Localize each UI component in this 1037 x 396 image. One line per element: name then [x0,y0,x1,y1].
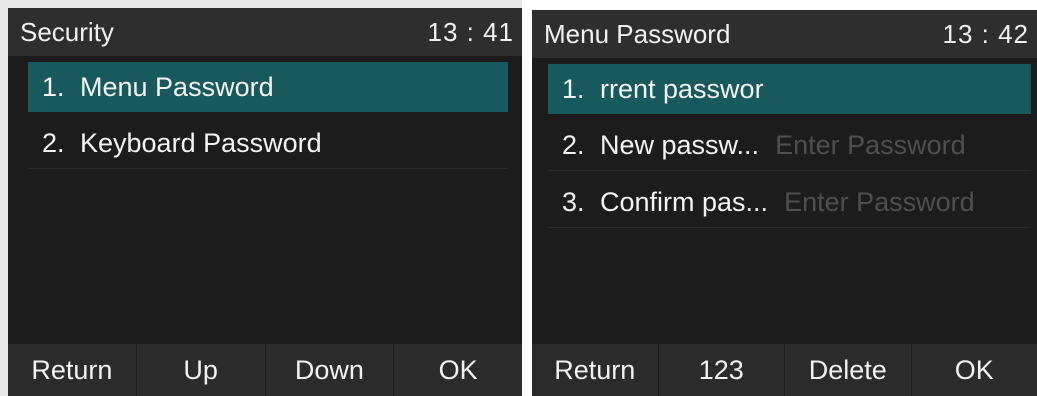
password-placeholder: Enter Password [775,129,966,160]
title-bar: Security 13 : 41 [8,8,522,56]
ok-button[interactable]: OK [394,344,522,396]
ok-button[interactable]: OK [912,344,1037,396]
item-number: 2. [42,127,65,158]
return-button[interactable]: Return [8,344,137,396]
screen-title: Menu Password [544,18,731,49]
item-number: 1. [42,71,65,102]
menu-password-screen: Menu Password 13 : 42 1. rrent passwor 2… [532,0,1037,396]
item-label: rrent passwor [600,73,764,104]
screen-title: Security [20,16,114,47]
item-label: Keyboard Password [80,127,322,158]
delete-button[interactable]: Delete [785,344,912,396]
menu-item-menu-password[interactable]: 1. Menu Password [28,62,508,112]
confirm-password-field[interactable]: 3. Confirm pas... Enter Password [548,177,1031,228]
item-label: Confirm pas... [600,186,769,217]
softkey-bar: Return 123 Delete OK [532,344,1037,396]
menu-item-keyboard-password[interactable]: 2. Keyboard Password [28,118,508,169]
item-label: Menu Password [80,71,274,102]
item-label: New passw... [600,129,760,160]
menu-list: 1. rrent passwor 2. New passw... Enter P… [532,64,1037,228]
new-password-field[interactable]: 2. New passw... Enter Password [548,120,1031,171]
menu-list: 1. Menu Password 2. Keyboard Password [8,62,522,169]
title-bar: Menu Password 13 : 42 [532,10,1037,58]
input-mode-button[interactable]: 123 [659,344,785,396]
softkey-bar: Return Up Down OK [8,344,522,396]
password-placeholder: Enter Password [784,186,975,217]
item-number: 3. [562,186,585,217]
up-button[interactable]: Up [137,344,266,396]
clock: 13 : 41 [427,16,514,47]
security-screen: Security 13 : 41 1. Menu Password 2. Key… [0,0,522,396]
current-password-field[interactable]: 1. rrent passwor [548,64,1031,114]
item-number: 2. [562,129,585,160]
clock: 13 : 42 [942,18,1029,49]
return-button[interactable]: Return [532,344,659,396]
item-number: 1. [562,73,585,104]
down-button[interactable]: Down [266,344,395,396]
